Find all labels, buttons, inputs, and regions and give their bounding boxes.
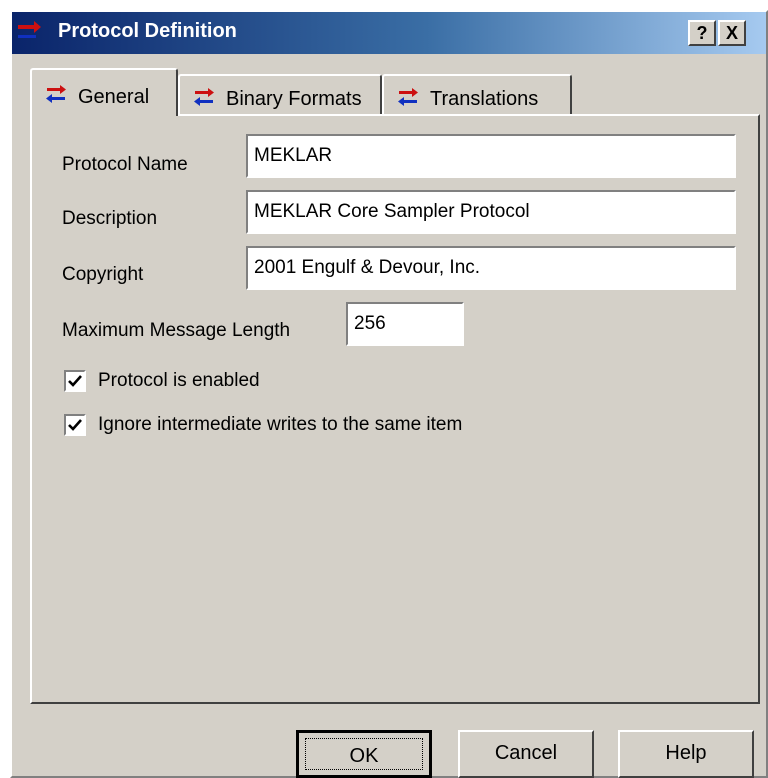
general-tab-panel: Protocol Name Description Copyright Maxi… [30, 114, 760, 704]
description-label: Description [62, 208, 158, 229]
protocol-definition-dialog: Protocol Definition ? X General Binary F… [10, 10, 768, 778]
tab-general[interactable]: General [30, 68, 178, 116]
ok-button[interactable]: OK [296, 730, 432, 778]
max-message-length-input[interactable] [346, 302, 464, 346]
protocol-arrows-icon [398, 88, 418, 106]
tab-general-label: General [78, 86, 150, 108]
checkmark-icon [68, 375, 82, 387]
protocol-app-icon [18, 21, 41, 38]
ignore-intermediate-writes-label[interactable]: Ignore intermediate writes to the same i… [98, 414, 462, 436]
copyright-input[interactable] [246, 246, 736, 290]
tab-translations-label: Translations [430, 88, 539, 110]
ok-button-label: OK [305, 738, 423, 770]
context-help-button[interactable]: ? [688, 20, 716, 46]
description-input[interactable] [246, 190, 736, 234]
title-bar[interactable]: Protocol Definition ? X [12, 12, 766, 54]
protocol-arrows-icon [46, 85, 66, 103]
cancel-button[interactable]: Cancel [458, 730, 594, 778]
window-title: Protocol Definition [58, 20, 237, 42]
help-button[interactable]: Help [618, 730, 754, 778]
tab-binary-formats-label: Binary Formats [226, 88, 362, 110]
tab-translations[interactable]: Translations [382, 74, 572, 114]
protocol-name-input[interactable] [246, 134, 736, 178]
protocol-enabled-checkbox[interactable] [64, 370, 86, 392]
tab-binary-formats[interactable]: Binary Formats [178, 74, 382, 114]
protocol-enabled-label[interactable]: Protocol is enabled [98, 370, 260, 392]
copyright-label: Copyright [62, 264, 144, 285]
protocol-name-label: Protocol Name [62, 154, 188, 175]
close-button[interactable]: X [718, 20, 746, 46]
max-message-length-label: Maximum Message Length [62, 320, 291, 341]
ignore-intermediate-writes-checkbox[interactable] [64, 414, 86, 436]
checkmark-icon [68, 419, 82, 431]
protocol-arrows-icon [194, 88, 214, 106]
